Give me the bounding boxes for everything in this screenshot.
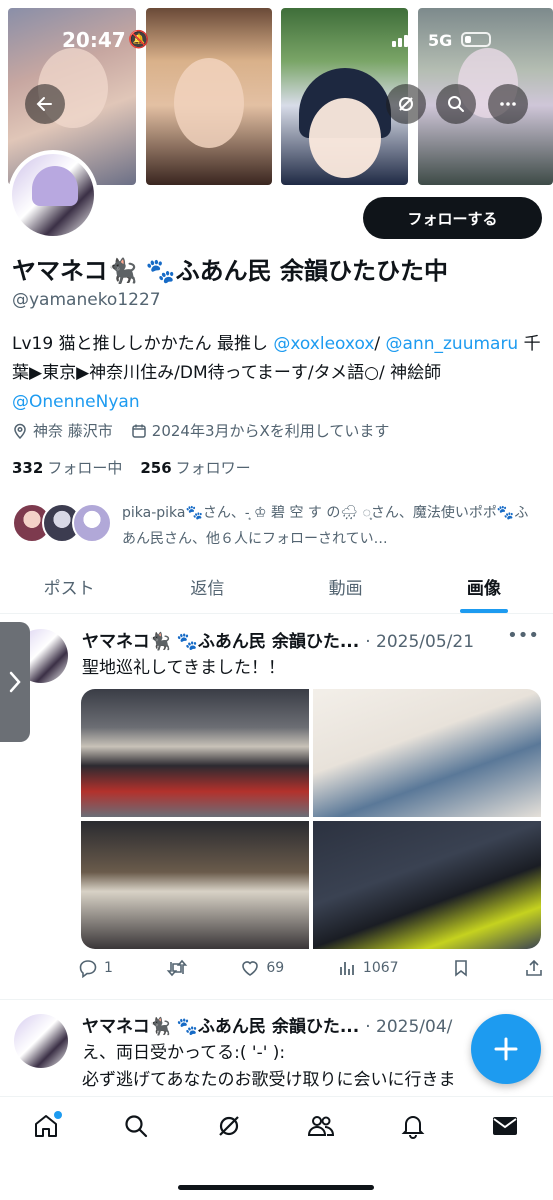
more-options-button[interactable] (488, 84, 528, 124)
post-image[interactable] (313, 689, 541, 817)
post-image[interactable] (313, 821, 541, 949)
tab-posts[interactable]: ポスト (0, 560, 138, 613)
follow-counts: 332 フォロー中 256 フォロワー (12, 457, 251, 478)
followed-by-text[interactable]: pika-pika🐾さん、-͙ ♔ 碧 空 す の🌧 ◌͙さん、魔法使いポポ🐾ふ… (122, 500, 542, 552)
post-more-icon[interactable]: ••• (507, 625, 539, 646)
following-link[interactable]: 332 フォロー中 (12, 457, 122, 478)
view-count: 1067 (362, 960, 399, 976)
profile-avatar[interactable] (8, 150, 98, 240)
display-name: ヤマネコ🐈‍⬛ 🐾ふあん民 余韻ひたひた中 (12, 257, 448, 285)
post-media-grid (81, 689, 541, 949)
tab-replies[interactable]: 返信 (138, 560, 276, 613)
post-image[interactable] (81, 821, 309, 949)
plus-icon (494, 1037, 518, 1061)
search-icon (125, 1115, 148, 1138)
profile-tabs: ポスト 返信 動画 画像 (0, 560, 553, 614)
post-text: 聖地巡礼してきました！！ (82, 658, 285, 678)
more-dots-icon (500, 102, 516, 106)
calendar-icon (132, 424, 146, 438)
user-handle: @yamaneko1227 (12, 290, 161, 310)
search-icon (448, 96, 464, 112)
follow-button[interactable]: フォローする (363, 197, 542, 239)
location-pin-icon (14, 423, 26, 439)
heart-icon (242, 961, 259, 976)
like-count: 69 (266, 960, 285, 976)
battery-icon (461, 32, 491, 47)
post-date[interactable]: · 2025/04/ (365, 1017, 452, 1037)
side-panel-handle[interactable] (0, 622, 30, 742)
nav-notifications[interactable] (393, 1111, 433, 1141)
tab-videos[interactable]: 動画 (277, 560, 415, 613)
avatar[interactable] (14, 1014, 68, 1068)
people-icon (307, 1116, 335, 1136)
compose-post-button[interactable] (471, 1014, 541, 1084)
nav-grok[interactable] (209, 1111, 249, 1141)
tab-images[interactable]: 画像 (415, 560, 553, 613)
reply-button[interactable]: 1 (78, 958, 113, 978)
joined-date: 2024年3月からXを利用しています (151, 422, 390, 440)
post[interactable]: ヤマネコ🐈‍⬛ 🐾ふあん民 余韻ひた... · 2025/05/21 ••• 聖… (0, 615, 553, 1000)
arrow-left-icon (36, 97, 52, 111)
mention-link-3[interactable]: @OnenneNyan (12, 392, 140, 412)
envelope-icon (493, 1117, 517, 1135)
repost-icon (166, 959, 187, 977)
grok-icon (219, 1116, 239, 1136)
profile-bio: Lv19 猫と推ししかかたん 最推し @xoxleoxox/ @ann_zuum… (12, 334, 541, 412)
nav-communities[interactable] (301, 1111, 341, 1141)
post-header: ヤマネコ🐈‍⬛ 🐾ふあん民 余韻ひた... · 2025/04/ (82, 1012, 522, 1037)
status-time: 20:47 (62, 28, 126, 52)
bookmark-button[interactable] (451, 958, 471, 978)
notification-dot (54, 1111, 62, 1119)
grok-icon (399, 97, 413, 111)
nav-messages[interactable] (485, 1111, 525, 1141)
post-date[interactable]: · 2025/05/21 (365, 632, 474, 652)
reply-icon (79, 960, 97, 978)
mute-icon: 🔕 (128, 30, 150, 50)
views-button[interactable]: 1067 (337, 958, 399, 978)
share-icon (526, 959, 542, 976)
mention-link-2[interactable]: @ann_zuumaru (386, 334, 519, 354)
followers-link[interactable]: 256 フォロワー (140, 457, 250, 478)
bell-icon (401, 1116, 425, 1139)
post-header: ヤマネコ🐈‍⬛ 🐾ふあん民 余韻ひた... · 2025/05/21 (82, 627, 522, 652)
search-button[interactable] (436, 84, 476, 124)
location-text: 神奈 藤沢市 (33, 422, 113, 440)
like-button[interactable]: 69 (240, 958, 284, 978)
repost-button[interactable] (166, 958, 188, 978)
post-author[interactable]: ヤマネコ🐈‍⬛ 🐾ふあん民 余韻ひた... (82, 627, 359, 652)
reply-count: 1 (104, 960, 113, 976)
bar-chart-icon (340, 962, 354, 975)
grok-button[interactable] (386, 84, 426, 124)
chevron-right-icon (9, 671, 21, 693)
bookmark-icon (455, 960, 468, 977)
post-image[interactable] (81, 689, 309, 817)
nav-home[interactable] (26, 1111, 66, 1141)
banner-photo-2 (146, 8, 272, 185)
profile-meta: 神奈 藤沢市 2024年3月からXを利用しています (12, 420, 389, 441)
share-button[interactable] (524, 958, 544, 978)
back-button[interactable] (25, 84, 65, 124)
followed-by-avatars[interactable] (12, 503, 112, 547)
avatar (72, 503, 112, 543)
mention-link-1[interactable]: @xoxleoxox (273, 334, 374, 354)
post-actions: 1 69 1067 (78, 958, 544, 978)
signal-icon (392, 32, 414, 47)
nav-search[interactable] (116, 1111, 156, 1141)
home-indicator (178, 1185, 374, 1190)
network-label: 5G (428, 31, 453, 50)
post-author[interactable]: ヤマネコ🐈‍⬛ 🐾ふあん民 余韻ひた... (82, 1012, 359, 1037)
